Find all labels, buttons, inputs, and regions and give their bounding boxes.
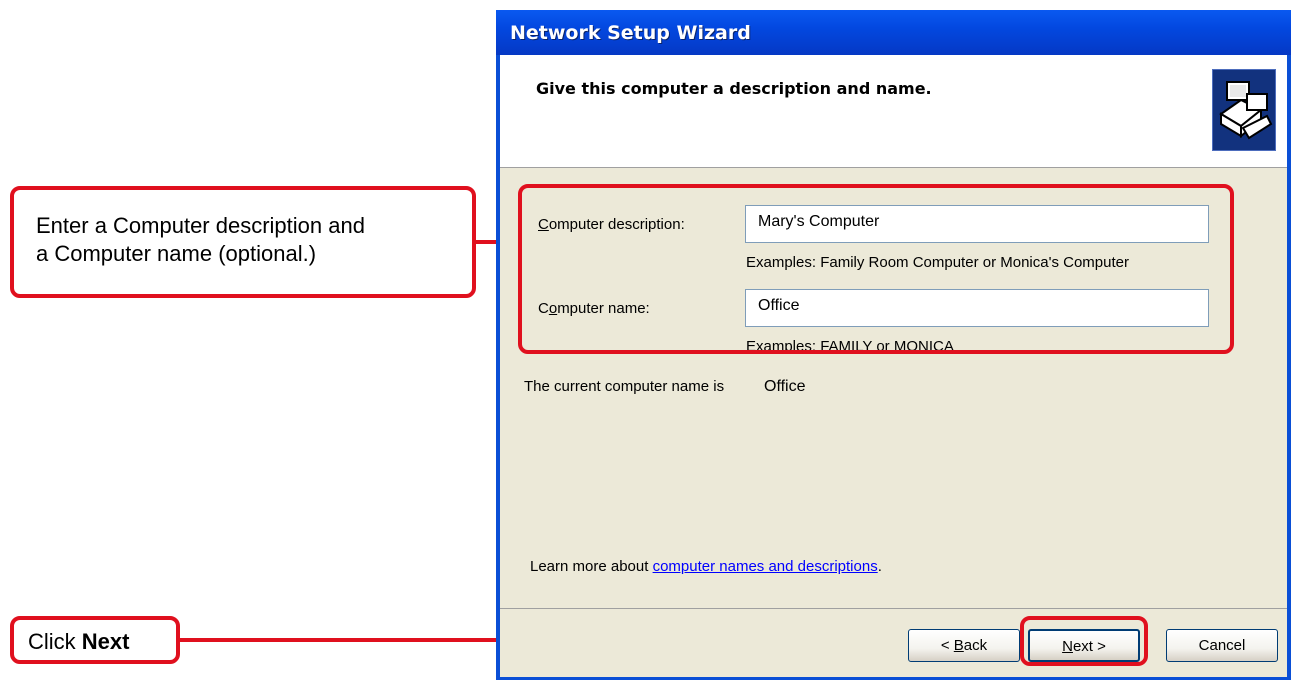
network-computers-icon bbox=[1212, 69, 1276, 151]
back-button-prefix: < bbox=[940, 637, 954, 654]
callout-next-bold: Next bbox=[81, 629, 130, 654]
header-title: Give this computer a description and nam… bbox=[536, 79, 932, 98]
header-panel: Give this computer a description and nam… bbox=[500, 55, 1287, 168]
button-bar: < Back Next > Cancel bbox=[500, 608, 1287, 677]
callout-description-line2: a Computer name (optional.) bbox=[36, 241, 317, 266]
learn-more-suffix: . bbox=[877, 558, 882, 575]
callout-next: Click Next bbox=[10, 616, 180, 664]
callout-next-prefix: Click bbox=[28, 629, 82, 654]
current-name-text: The current computer name is bbox=[524, 378, 725, 395]
callout-description: Enter a Computer description and a Compu… bbox=[10, 186, 476, 298]
learn-more-prefix: Learn more about bbox=[530, 558, 653, 575]
window-title: Network Setup Wizard bbox=[510, 22, 751, 44]
next-button-highlight-box bbox=[1020, 616, 1148, 666]
back-button[interactable]: < Back bbox=[908, 629, 1020, 662]
form-highlight-box bbox=[518, 184, 1234, 354]
title-bar[interactable]: Network Setup Wizard bbox=[496, 10, 1291, 55]
callout-description-line1: Enter a Computer description and bbox=[36, 213, 365, 238]
learn-more-text: Learn more about computer names and desc… bbox=[530, 558, 882, 575]
back-button-rest: ack bbox=[963, 637, 988, 654]
current-name-value: Office bbox=[764, 378, 806, 395]
back-button-mnemonic: B bbox=[953, 637, 964, 654]
cancel-button[interactable]: Cancel bbox=[1166, 629, 1278, 662]
computer-names-link[interactable]: computer names and descriptions bbox=[653, 558, 878, 575]
